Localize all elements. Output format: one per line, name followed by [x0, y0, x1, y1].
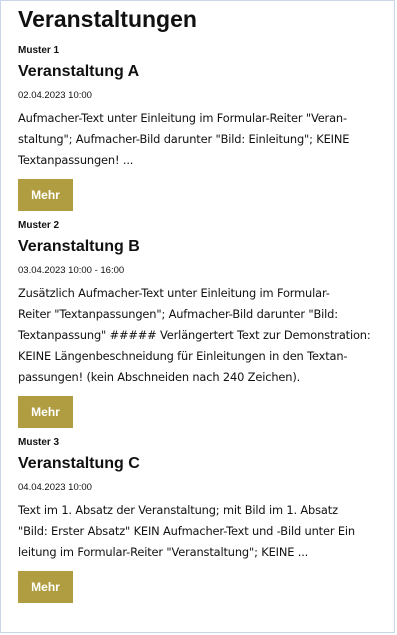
teaser-line: leitung im Formular-Reiter "Veranstaltun…	[18, 545, 309, 559]
teaser-line: Reiter "Textanpassungen"; Aufmacher-Bild…	[18, 307, 338, 321]
teaser-line: KEINE Längenbeschneidung für Einleitunge…	[18, 349, 348, 363]
event-teaser: Zusätzlich Aufmacher-Text unter Einleitu…	[18, 283, 394, 388]
event-date: 03.04.2023 10:00 - 16:00	[18, 265, 125, 276]
more-button[interactable]: Mehr	[18, 179, 73, 211]
more-button[interactable]: Mehr	[18, 571, 73, 603]
event-item: Muster 1 Veranstaltung A 02.04.2023 10:0…	[18, 45, 394, 211]
teaser-line: Text im 1. Absatz der Veranstaltung; mit…	[18, 503, 338, 517]
event-title[interactable]: Veranstaltung B	[18, 237, 394, 256]
event-teaser: Aufmacher-Text unter Einleitung im Formu…	[18, 108, 394, 171]
event-item: Muster 3 Veranstaltung C 04.04.2023 10:0…	[18, 437, 394, 603]
event-kicker: Muster 1	[18, 45, 60, 56]
event-kicker: Muster 2	[18, 220, 60, 231]
teaser-line: "Bild: Erster Absatz" KEIN Aufmacher-Tex…	[18, 524, 355, 538]
event-kicker: Muster 3	[18, 437, 60, 448]
event-item: Muster 2 Veranstaltung B 03.04.2023 10:0…	[18, 220, 394, 428]
event-title[interactable]: Veranstaltung A	[18, 62, 394, 81]
event-date: 02.04.2023 10:00	[18, 90, 92, 101]
event-teaser: Text im 1. Absatz der Veranstaltung; mit…	[18, 500, 394, 563]
event-date: 04.04.2023 10:00	[18, 482, 92, 493]
event-list: Veranstaltungen Muster 1 Veranstaltung A…	[18, 6, 394, 612]
teaser-line: Zusätzlich Aufmacher-Text unter Einleitu…	[18, 286, 330, 300]
teaser-line: Textanpassungen! ...	[18, 153, 134, 167]
teaser-line: Textanpassung" ##### Verlängertert Text …	[18, 328, 371, 342]
teaser-line: passungen! (kein Abschneiden nach 240 Ze…	[18, 370, 301, 384]
event-title[interactable]: Veranstaltung C	[18, 454, 394, 473]
teaser-line: staltung"; Aufmacher-Bild darunter "Bild…	[18, 132, 350, 146]
more-button[interactable]: Mehr	[18, 396, 73, 428]
teaser-line: Aufmacher-Text unter Einleitung im Formu…	[18, 111, 347, 125]
page-title: Veranstaltungen	[18, 6, 197, 32]
